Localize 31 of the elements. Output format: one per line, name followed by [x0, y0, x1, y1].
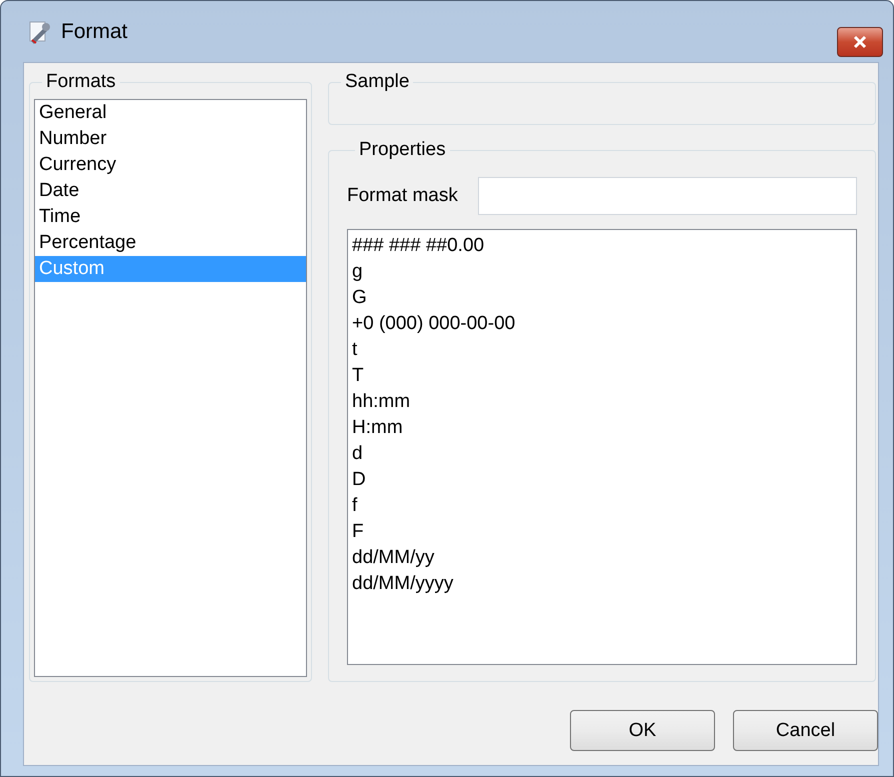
mask-item[interactable]: t: [348, 337, 856, 363]
mask-item[interactable]: G: [348, 285, 856, 311]
format-item[interactable]: Number: [35, 126, 306, 152]
mask-item[interactable]: g: [348, 259, 856, 285]
window-title: Format: [61, 20, 128, 44]
close-icon: [851, 35, 869, 49]
mask-item[interactable]: dd/MM/yyyy: [348, 571, 856, 597]
dialog-button[interactable]: Cancel: [733, 710, 878, 751]
mask-item[interactable]: D: [348, 467, 856, 493]
mask-item[interactable]: H:mm: [348, 415, 856, 441]
mask-item[interactable]: hh:mm: [348, 389, 856, 415]
field-label: Format mask: [347, 185, 458, 207]
wrench-icon: [27, 18, 53, 44]
format-item[interactable]: Date: [35, 178, 306, 204]
format-item[interactable]: Percentage: [35, 230, 306, 256]
mask-item[interactable]: d: [348, 441, 856, 467]
format-item[interactable]: General: [35, 100, 306, 126]
format-mask-field[interactable]: [478, 177, 857, 215]
dialog-button[interactable]: OK: [570, 710, 715, 751]
group-label: Properties: [358, 139, 447, 161]
mask-item[interactable]: f: [348, 493, 856, 519]
format-item[interactable]: Time: [35, 204, 306, 230]
format-item[interactable]: Currency: [35, 152, 306, 178]
group-label: Formats: [45, 71, 117, 93]
mask-item[interactable]: T: [348, 363, 856, 389]
mask-item[interactable]: dd/MM/yy: [348, 545, 856, 571]
close-button[interactable]: [837, 27, 883, 57]
mask-item[interactable]: ### ### ##0.00: [348, 233, 856, 259]
mask-item[interactable]: F: [348, 519, 856, 545]
mask-item[interactable]: +0 (000) 000-00-00: [348, 311, 856, 337]
group-label: Sample: [344, 71, 410, 93]
